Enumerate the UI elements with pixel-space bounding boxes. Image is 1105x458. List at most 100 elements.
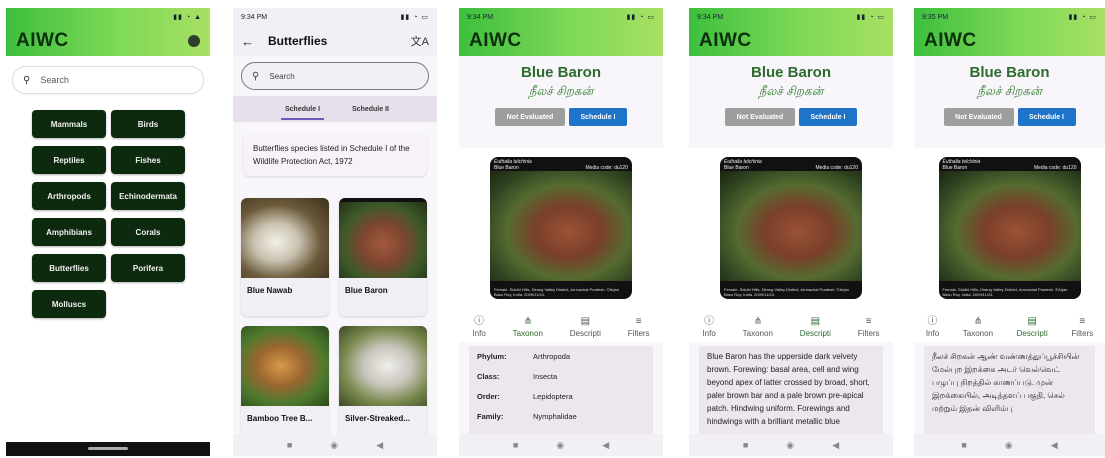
category-mammals[interactable]: Mammals	[32, 110, 106, 138]
tab-schedule-2[interactable]: Schedule II	[352, 106, 389, 113]
app-title: AIWC	[924, 30, 977, 51]
category-butterflies[interactable]: Butterflies	[32, 254, 106, 282]
gesture-pill[interactable]	[88, 447, 128, 450]
butterfly-image	[490, 171, 632, 281]
species-title: Blue Baron	[750, 64, 831, 81]
tab-info[interactable]: ⓘ Info	[472, 312, 485, 338]
tab-label: Descripti	[799, 329, 831, 338]
top-app-bar: ← Butterflies 文A	[233, 26, 437, 56]
back-icon[interactable]: ◀	[832, 440, 839, 451]
hierarchy-icon: ⋔	[753, 316, 762, 327]
back-arrow-icon[interactable]: ←	[241, 34, 254, 49]
tab-label: Info	[702, 329, 716, 338]
taxonomy-value: Arthropoda	[533, 351, 571, 361]
species-photo[interactable]: Euthalia telchinia Blue Baron Media code: …	[938, 157, 1081, 299]
tab-info[interactable]: ⓘ Info	[702, 312, 715, 338]
home-icon[interactable]: ◉	[556, 440, 564, 451]
document-icon: ▤	[810, 316, 821, 327]
page-title: Butterflies	[268, 34, 328, 48]
tab-info[interactable]: ⓘ Info	[926, 312, 939, 338]
species-photo[interactable]: Euthalia telchinia Blue Baron Media code: …	[490, 157, 632, 299]
recents-icon[interactable]: ■	[743, 440, 748, 450]
species-tamil-name: நீலச் சிறகன்	[528, 84, 594, 98]
search-icon: ⚲	[252, 70, 260, 82]
back-icon[interactable]: ◀	[602, 440, 609, 451]
translate-icon[interactable]: 文A	[411, 33, 429, 49]
detail-tabs: ⓘ Info ⋔ Taxonon ▤ Descripti ≡ Filters	[914, 308, 1105, 342]
category-arthropods[interactable]: Arthropods	[32, 182, 106, 210]
category-molluscs[interactable]: Molluscs	[32, 290, 106, 318]
tab-label: Taxonon	[962, 329, 994, 338]
status-badge[interactable]: Not Evaluated	[495, 108, 565, 126]
category-porifera[interactable]: Porifera	[111, 254, 185, 282]
globe-icon[interactable]	[188, 35, 200, 47]
species-title: Blue Baron	[520, 64, 601, 81]
description-panel: Blue Baron has the upperside dark velvet…	[699, 346, 883, 438]
tab-label: Filters	[1071, 329, 1094, 338]
species-card[interactable]: Silver-Streaked...	[339, 326, 427, 444]
tab-taxonomy[interactable]: ⋔ Taxonon	[743, 316, 773, 338]
back-icon[interactable]: ◀	[376, 440, 383, 451]
app-title: AIWC	[16, 30, 69, 51]
photo-section: Euthalia telchinia Blue Baron Media code: …	[914, 148, 1105, 308]
status-bar: ▮▮ ◔ ▲	[173, 14, 202, 21]
status-time: 9:35 PM	[922, 13, 949, 21]
tab-schedule-1[interactable]: Schedule I	[281, 99, 325, 120]
tab-description[interactable]: ▤ Descripti	[570, 316, 601, 338]
status-badge[interactable]: Not Evaluated	[725, 108, 795, 126]
category-amphibians[interactable]: Amphibians	[32, 218, 106, 246]
tab-label: Taxonon	[512, 329, 543, 338]
detail-screen-description: 9:34 PM ▮▮ ◔ ▭ AIWC Blue Baron நீலச் சிறக…	[689, 8, 893, 456]
back-icon[interactable]: ◀	[1051, 440, 1058, 451]
tab-description[interactable]: ▤ Descripti	[800, 316, 831, 338]
tab-taxonomy[interactable]: ⋔ Taxonon	[963, 316, 993, 338]
species-name: Blue Baron	[345, 286, 388, 295]
category-corals[interactable]: Corals	[111, 218, 185, 246]
document-icon: ▤	[580, 316, 591, 327]
tab-label: Filters	[627, 329, 650, 338]
photo-credit: Female. Siddhi Hills, Dirang Valley Dist…	[494, 287, 619, 297]
species-photo[interactable]: Euthalia telchinia Blue Baron Media code: …	[720, 157, 862, 299]
hierarchy-icon: ⋔	[523, 316, 532, 327]
status-bar: 9:34 PM ▮▮ ◔ ▭	[233, 8, 437, 26]
taxonomy-row: Class: Insecta	[469, 366, 653, 386]
tab-filters[interactable]: ≡ Filters	[628, 316, 650, 338]
category-reptiles[interactable]: Reptiles	[32, 146, 106, 174]
schedule-badge[interactable]: Schedule I	[799, 108, 857, 126]
tab-label: Descripti	[569, 329, 601, 338]
tab-description[interactable]: ▤ Descripti	[1017, 316, 1048, 338]
schedule-badge[interactable]: Schedule I	[1017, 108, 1076, 126]
taxonomy-row: Order: Lepidoptera	[469, 386, 653, 406]
species-image	[339, 326, 427, 406]
tab-filters[interactable]: ≡ Filters	[858, 316, 880, 338]
recents-icon[interactable]: ■	[287, 440, 292, 450]
species-name: Silver-Streaked...	[345, 414, 410, 423]
tab-label: Info	[925, 329, 940, 338]
species-card[interactable]: Blue Baron	[339, 198, 427, 316]
home-icon[interactable]: ◉	[1005, 440, 1013, 451]
species-card[interactable]: Blue Nawab	[241, 198, 329, 316]
taxonomy-key: Order:	[477, 391, 500, 401]
category-echinodermata[interactable]: Echinodermata	[111, 182, 185, 210]
search-input[interactable]: ⚲ Search	[241, 62, 429, 90]
species-header: Blue Baron நீலச் சிறகன் Not Evaluated Sc…	[914, 56, 1105, 148]
tab-filters[interactable]: ≡ Filters	[1071, 316, 1093, 338]
category-birds[interactable]: Birds	[111, 110, 185, 138]
photo-credit: Female. Siddhi Hills, Dirang Valley Dist…	[942, 287, 1068, 297]
tab-taxonomy[interactable]: ⋔ Taxonon	[513, 316, 543, 338]
species-card[interactable]: Bamboo Tree B...	[241, 326, 329, 444]
recents-icon[interactable]: ■	[961, 440, 966, 450]
tab-label: Info	[472, 329, 486, 338]
category-fishes[interactable]: Fishes	[111, 146, 185, 174]
home-icon[interactable]: ◉	[786, 440, 794, 451]
tab-label: Taxonon	[742, 329, 773, 338]
detail-header: 9:35 PM ▮▮ ◔ ▭ AIWC	[914, 8, 1105, 56]
recents-icon[interactable]: ■	[513, 440, 518, 450]
detail-screen-taxonomy: 9:34 PM ▮▮ ◔ ▭ AIWC Blue Baron நீலச் சிறக…	[459, 8, 663, 456]
species-grid: Blue Nawab Blue Baron Bamboo Tree B... S…	[241, 198, 437, 444]
search-input[interactable]: ⚲ Search	[12, 66, 204, 94]
species-header: Blue Baron நீலச் சிறகன் Not Evaluated Sc…	[459, 56, 663, 148]
status-badge[interactable]: Not Evaluated	[943, 108, 1014, 126]
home-icon[interactable]: ◉	[330, 440, 338, 451]
schedule-badge[interactable]: Schedule I	[569, 108, 627, 126]
